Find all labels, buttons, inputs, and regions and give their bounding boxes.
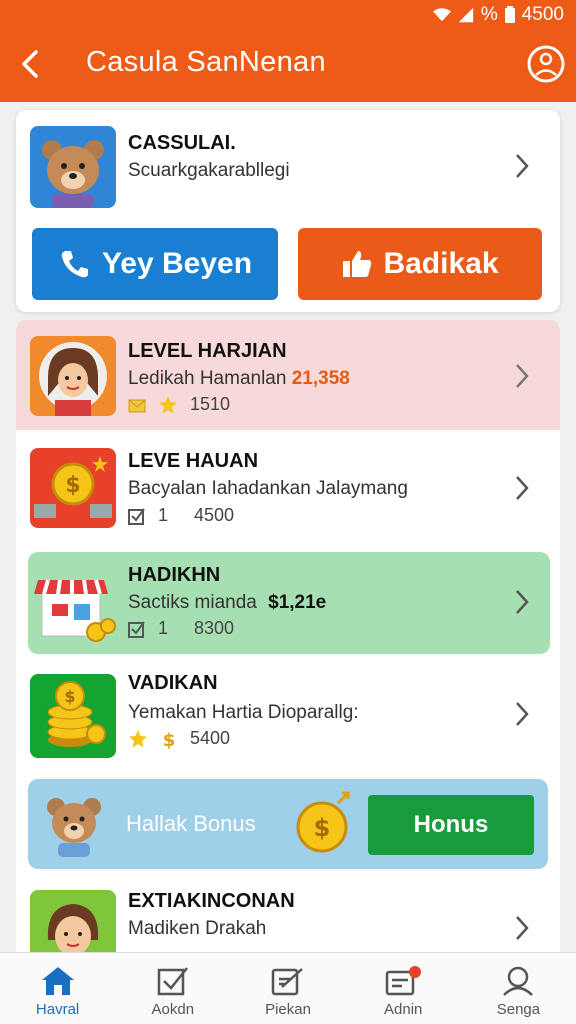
item-subtitle: Sactiks mianda	[128, 592, 257, 613]
item-meta: 1 4500	[128, 505, 234, 526]
svg-text:$: $	[64, 687, 75, 706]
checkbox-icon	[128, 507, 145, 525]
nav-label: Adnin	[384, 1001, 423, 1018]
chevron-right-icon[interactable]	[514, 152, 530, 180]
item-amount: 21,358	[291, 368, 350, 389]
woman-avatar	[30, 336, 116, 416]
item-amount: $1,21e	[268, 592, 327, 613]
nav-label: Senga	[496, 1001, 541, 1018]
chevron-right-icon[interactable]	[514, 362, 530, 390]
item-subtitle-line: Ledikah Hamanlan 21,358	[128, 368, 350, 390]
profile-name: CASSULAI.	[128, 132, 236, 154]
nav-tab-aokdn[interactable]: Aokdn	[115, 953, 230, 1024]
chevron-right-icon[interactable]	[514, 914, 530, 942]
item-meta-value: 4500	[194, 505, 235, 525]
bear-avatar	[30, 126, 116, 208]
back-arrow-icon[interactable]	[16, 46, 46, 82]
item-meta-value: 1510	[190, 394, 231, 414]
page-title: Casula SanNenan	[86, 46, 326, 78]
nav-label: Aokdn	[151, 1001, 195, 1018]
nav-tab-piekan[interactable]: Piekan	[230, 953, 345, 1024]
list-item-leve-hauan[interactable]: $ LEVE HAUAN Bacyalan Iahadankan Jalayma…	[16, 430, 560, 546]
call-button[interactable]: Yey Beyen	[32, 228, 278, 300]
inbox-icon	[385, 966, 422, 996]
nav-tab-adnin[interactable]: Adnin	[346, 953, 461, 1024]
list-item-extiakinconan[interactable]: EXTIAKINCONAN Madiken Drakah	[16, 880, 560, 960]
home-icon	[41, 967, 74, 995]
item-meta-count: 1	[158, 505, 169, 525]
bonus-button[interactable]: Honus	[368, 795, 534, 855]
money-avatar: $	[30, 448, 116, 528]
nav-tab-havral[interactable]: Havral	[0, 953, 115, 1024]
item-subtitle: Bacyalan Iahadankan Jalaymang	[128, 478, 408, 499]
bottom-nav: Havral Aokdn Piekan Adnin Senga	[0, 952, 576, 1024]
item-subtitle: Madiken Drakah	[128, 918, 267, 939]
girl-avatar	[30, 890, 116, 960]
item-subtitle: Ledikah Hamanlan	[128, 368, 287, 389]
star-icon	[159, 395, 177, 414]
item-name: VADIKAN	[128, 672, 218, 694]
status-bar: % 4500	[432, 4, 564, 26]
chevron-right-icon[interactable]	[514, 700, 530, 728]
thumbs-up-icon	[343, 251, 372, 277]
shop-avatar	[30, 562, 116, 644]
svg-text:$: $	[163, 730, 176, 749]
list-item-hadikhn[interactable]: HADIKHN Sactiks mianda $1,21e 1 8300	[28, 552, 550, 654]
coin-icon: $	[296, 791, 350, 853]
tasks-list: LEVEL HARJIAN Ledikah Hamanlan 21,358 15…	[16, 320, 560, 960]
star-icon	[129, 729, 147, 748]
bear-icon	[42, 140, 104, 208]
edit-icon	[271, 968, 303, 996]
app-header: % 4500 Casula SanNenan	[0, 0, 576, 102]
bonus-text: Hallak Bonus	[126, 811, 256, 836]
nav-label: Piekan	[265, 1001, 311, 1018]
item-meta-value: 8300	[194, 618, 235, 638]
profile-face-icon[interactable]	[526, 44, 566, 84]
item-meta: 1510	[128, 394, 230, 415]
list-item-vadikan[interactable]: $ VADIKAN Yemakan Hartia Dioparallg: $ 5…	[16, 662, 560, 772]
chevron-right-icon[interactable]	[514, 474, 530, 502]
checkbox-icon	[157, 967, 188, 996]
signal-icon	[458, 7, 474, 23]
list-item-level-harjian[interactable]: LEVEL HARJIAN Ledikah Hamanlan 21,358 15…	[16, 320, 560, 430]
battery-icon	[504, 6, 515, 23]
item-name: HADIKHN	[128, 564, 221, 586]
svg-text:$: $	[65, 473, 80, 498]
person-icon	[503, 966, 534, 996]
bonus-banner: Hallak Bonus $ Honus	[28, 779, 548, 869]
item-meta: $ 5400	[128, 728, 230, 749]
item-name: LEVEL HARJIAN	[128, 340, 287, 362]
profile-card: CASSULAI. Scuarkgakarabllegi Yey Beyen B…	[16, 110, 560, 312]
bear-icon	[47, 798, 101, 857]
item-name: LEVE HAUAN	[128, 450, 259, 472]
dollar-icon: $	[163, 730, 176, 749]
checkbox-icon	[128, 620, 145, 638]
envelope-icon	[128, 399, 146, 412]
like-button-label: Badikak	[383, 247, 499, 280]
wifi-icon	[432, 8, 451, 22]
phone-icon	[61, 251, 88, 278]
item-meta-count: 1	[158, 618, 169, 638]
item-subtitle: Yemakan Hartia Dioparallg:	[128, 702, 359, 723]
nav-tab-senga[interactable]: Senga	[461, 953, 576, 1024]
item-meta: 1 8300	[128, 618, 234, 639]
item-subtitle-line: Sactiks mianda $1,21e	[128, 592, 326, 614]
profile-subtitle: Scuarkgakarabllegi	[128, 160, 290, 181]
svg-text:$: $	[314, 814, 331, 842]
nav-label: Havral	[35, 1001, 80, 1018]
battery-percent-text: %	[480, 4, 498, 25]
item-meta-value: 5400	[190, 728, 231, 748]
coins-avatar: $	[30, 674, 116, 758]
status-number: 4500	[521, 4, 564, 25]
item-name: EXTIAKINCONAN	[128, 890, 295, 912]
chevron-right-icon[interactable]	[514, 588, 530, 616]
like-button[interactable]: Badikak	[298, 228, 542, 300]
call-button-label: Yey Beyen	[101, 247, 253, 280]
